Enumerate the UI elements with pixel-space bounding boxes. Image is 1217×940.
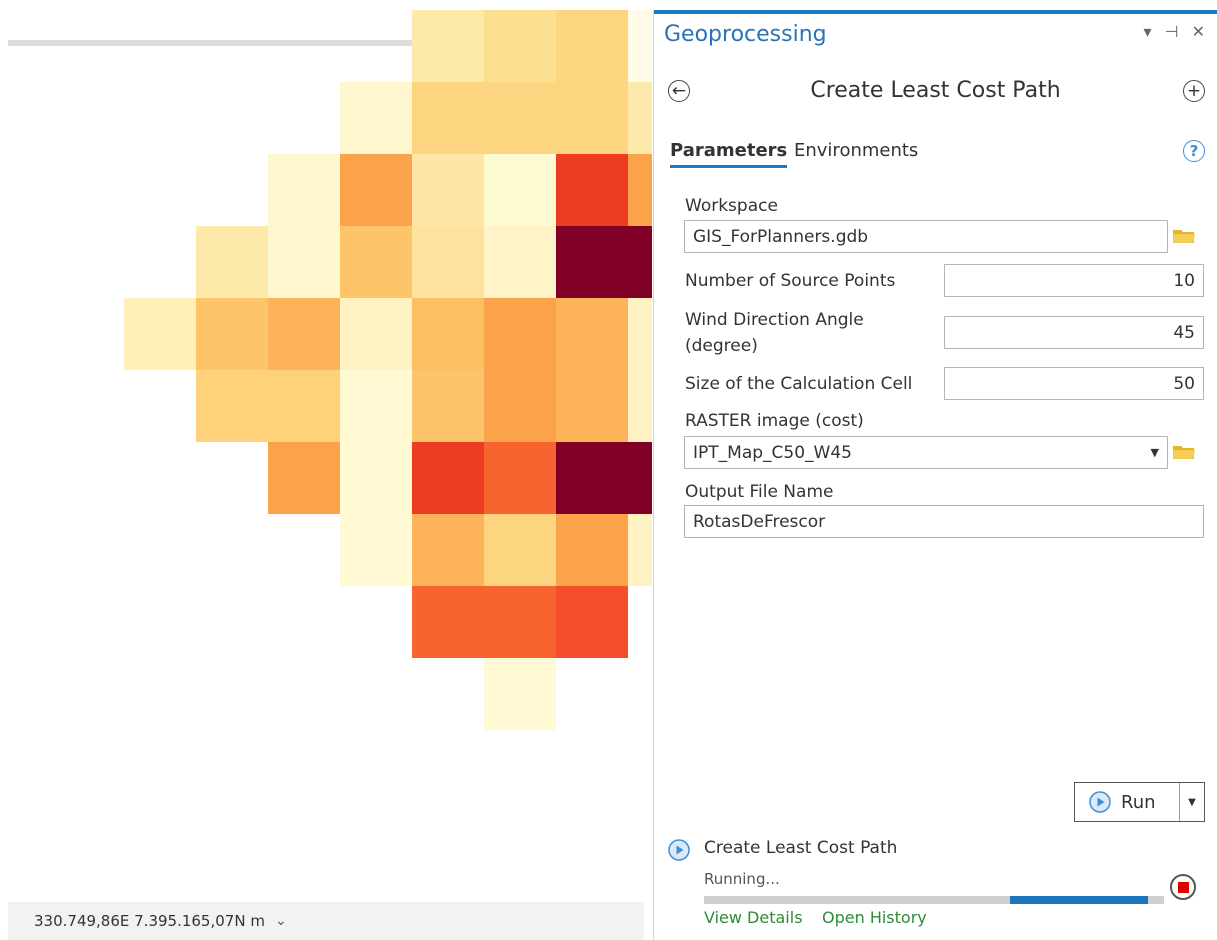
raster-cell <box>124 298 196 370</box>
output-label: Output File Name <box>685 482 834 502</box>
raster-cell <box>556 586 628 658</box>
raster-cell <box>412 298 484 370</box>
raster-cell <box>556 514 628 586</box>
raster-cell <box>268 370 340 442</box>
raster-cell <box>412 442 484 514</box>
raster-cell <box>412 82 484 154</box>
raster-cell <box>196 298 268 370</box>
coordinate-bar: 330.749,86E 7.395.165,07N m ⌄ <box>8 902 644 940</box>
chevron-down-icon[interactable]: ⌄ <box>275 913 287 929</box>
raster-cell <box>628 370 652 442</box>
dropdown-arrow-icon[interactable]: ▼ <box>1151 446 1159 459</box>
folder-icon[interactable] <box>1172 443 1196 461</box>
raster-select-value: IPT_Map_C50_W45 <box>693 442 852 463</box>
tab-parameters[interactable]: Parameters <box>670 140 788 168</box>
raster-cell <box>628 514 652 586</box>
raster-cell <box>484 82 556 154</box>
raster-cell <box>268 154 340 226</box>
play-icon <box>1089 791 1111 813</box>
raster-cell <box>628 154 652 226</box>
source-points-field[interactable]: 10 <box>944 264 1204 297</box>
raster-cell <box>340 442 412 514</box>
raster-cell <box>628 10 652 82</box>
play-icon <box>668 839 690 861</box>
map-view[interactable]: 330.749,86E 7.395.165,07N m ⌄ <box>0 0 652 940</box>
raster-cell <box>484 154 556 226</box>
coordinate-readout: 330.749,86E 7.395.165,07N m <box>34 912 265 930</box>
raster-cell <box>484 10 556 82</box>
raster-cell <box>268 442 340 514</box>
raster-cell <box>628 298 652 370</box>
raster-cell <box>556 154 628 226</box>
raster-cell <box>412 154 484 226</box>
raster-cell <box>556 10 628 82</box>
stop-icon <box>1177 881 1189 893</box>
tool-title: Create Least Cost Path <box>810 78 1061 103</box>
raster-cell <box>556 298 628 370</box>
close-icon[interactable]: ✕ <box>1192 22 1209 41</box>
progress-fill <box>1009 896 1148 904</box>
output-field[interactable]: RotasDeFrescor <box>684 505 1204 538</box>
raster-cell <box>412 370 484 442</box>
wind-angle-label: Wind Direction Angle <box>685 310 864 330</box>
pin-icon[interactable]: ⊣ <box>1165 22 1183 41</box>
raster-cell <box>196 226 268 298</box>
raster-cell <box>484 658 556 730</box>
raster-cell <box>340 154 412 226</box>
raster-cell <box>556 226 628 298</box>
run-button[interactable]: Run ▼ <box>1074 782 1205 822</box>
status-tool-name: Create Least Cost Path <box>704 838 898 858</box>
raster-cell <box>484 370 556 442</box>
workspace-field[interactable]: GIS_ForPlanners.gdb <box>684 220 1168 253</box>
raster-cell <box>484 226 556 298</box>
progress-bar <box>704 896 1164 904</box>
dropdown-icon[interactable]: ▾ <box>1143 22 1155 41</box>
raster-cell <box>556 370 628 442</box>
tab-environments[interactable]: Environments <box>794 140 918 161</box>
raster-cell <box>412 10 484 82</box>
raster-cell <box>628 226 652 298</box>
geoprocessing-pane: Geoprocessing ▾ ⊣ ✕ ← Create Least Cost … <box>653 10 1217 940</box>
raster-cell <box>484 442 556 514</box>
raster-cell <box>412 586 484 658</box>
raster-cell <box>484 586 556 658</box>
raster-cell <box>628 442 652 514</box>
cell-size-label: Size of the Calculation Cell <box>685 374 913 394</box>
raster-cell <box>268 298 340 370</box>
stop-button[interactable] <box>1170 874 1196 900</box>
view-details-link[interactable]: View Details <box>704 908 803 927</box>
raster-cell <box>484 514 556 586</box>
raster-label: RASTER image (cost) <box>685 411 864 431</box>
pane-window-controls: ▾ ⊣ ✕ <box>1143 22 1209 41</box>
raster-cell <box>196 370 268 442</box>
raster-cell <box>412 226 484 298</box>
source-points-label: Number of Source Points <box>685 271 896 291</box>
raster-cell <box>268 226 340 298</box>
help-icon[interactable]: ? <box>1183 140 1205 162</box>
raster-cell <box>340 226 412 298</box>
wind-angle-unit-label: (degree) <box>685 336 758 356</box>
raster-cell <box>556 442 628 514</box>
raster-cell <box>412 514 484 586</box>
raster-cell <box>556 82 628 154</box>
raster-select[interactable]: IPT_Map_C50_W45 ▼ <box>684 436 1168 469</box>
status-text: Running... <box>704 870 780 888</box>
workspace-label: Workspace <box>685 196 778 216</box>
open-history-link[interactable]: Open History <box>822 908 927 927</box>
folder-icon[interactable] <box>1172 227 1196 245</box>
raster-cell <box>340 370 412 442</box>
wind-angle-field[interactable]: 45 <box>944 316 1204 349</box>
pane-accent-bar <box>654 10 1217 14</box>
raster-cell <box>340 514 412 586</box>
cell-size-field[interactable]: 50 <box>944 367 1204 400</box>
raster-cell <box>340 298 412 370</box>
run-options-icon[interactable]: ▼ <box>1179 783 1204 821</box>
run-label: Run <box>1121 791 1156 813</box>
pane-title: Geoprocessing <box>664 22 827 47</box>
raster-cell <box>628 82 652 154</box>
raster-cell <box>484 298 556 370</box>
raster-cell <box>340 82 412 154</box>
add-icon[interactable]: + <box>1183 80 1205 102</box>
